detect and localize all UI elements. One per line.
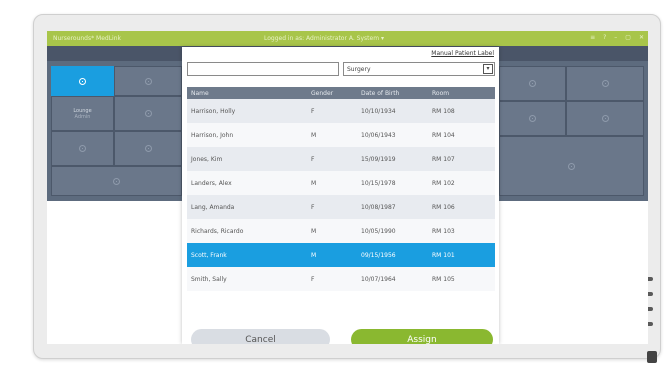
patient-dob: 10/15/1978	[361, 180, 396, 187]
tile[interactable]	[114, 96, 182, 131]
patient-gender: F	[311, 276, 315, 283]
patient-name: Scott, Frank	[191, 252, 227, 259]
app-screen: Nurserounds* MedLink Logged in as: Admin…	[47, 31, 648, 344]
column-name[interactable]: Name	[191, 90, 209, 97]
patient-name: Lang, Amanda	[191, 204, 235, 211]
manual-patient-label-link[interactable]: Manual Patient Label	[431, 50, 494, 57]
patient-room: RM 102	[432, 180, 455, 187]
patient-room: RM 104	[432, 132, 455, 139]
patient-room: RM 106	[432, 204, 455, 211]
table-row[interactable]: Landers, Alex M 10/15/1978 RM 102	[187, 171, 495, 195]
circle-icon	[144, 110, 152, 117]
patient-name: Jones, Kim	[191, 156, 223, 163]
circle-icon	[113, 177, 120, 185]
patient-select-dialog: Manual Patient Label Surgery ▾ Name Gend…	[182, 47, 499, 344]
circle-icon	[144, 145, 152, 152]
chevron-down-icon[interactable]: ▾	[483, 64, 493, 74]
column-dob[interactable]: Date of Birth	[361, 90, 399, 97]
circle-icon	[601, 80, 609, 87]
patient-name: Smith, Sally	[191, 276, 227, 283]
patient-gender: M	[311, 180, 317, 187]
patient-dob: 10/07/1964	[361, 276, 396, 283]
circle-icon	[79, 77, 86, 85]
table-row[interactable]: Harrison, Holly F 10/10/1934 RM 108	[187, 99, 495, 123]
lounge-tile[interactable]: Lounge Admin	[51, 96, 114, 131]
tile[interactable]	[566, 66, 644, 101]
table-row[interactable]: Scott, Frank M 09/15/1956 RM 101	[187, 243, 495, 267]
patient-gender: F	[311, 204, 315, 211]
patient-name: Landers, Alex	[191, 180, 232, 187]
patient-room: RM 101	[432, 252, 455, 259]
patient-search-input[interactable]	[187, 62, 339, 76]
minimize-icon[interactable]: –	[614, 34, 617, 41]
patient-dob: 15/09/1919	[361, 156, 396, 163]
tile[interactable]	[566, 101, 644, 136]
tile[interactable]	[51, 131, 114, 166]
app-name: Nurserounds* MedLink	[53, 35, 121, 42]
column-gender[interactable]: Gender	[311, 90, 333, 97]
help-icon[interactable]: ?	[603, 34, 606, 41]
patient-dob: 10/05/1990	[361, 228, 396, 235]
home-tile[interactable]	[51, 66, 114, 96]
unit-select[interactable]: Surgery ▾	[343, 62, 495, 76]
circle-icon	[529, 115, 536, 122]
tile-wide[interactable]	[51, 166, 182, 196]
patient-gender: F	[311, 156, 315, 163]
patient-gender: F	[311, 108, 315, 115]
table-row[interactable]: Smith, Sally F 10/07/1964 RM 105	[187, 267, 495, 291]
maximize-icon[interactable]: ▢	[625, 34, 631, 41]
patient-dob: 10/06/1943	[361, 132, 396, 139]
table-row[interactable]: Richards, Ricardo M 10/05/1990 RM 103	[187, 219, 495, 243]
assign-button[interactable]: Assign	[351, 329, 493, 344]
close-icon[interactable]: ✕	[639, 34, 644, 41]
patient-room: RM 108	[432, 108, 455, 115]
patient-dob: 10/10/1934	[361, 108, 396, 115]
tile-wide[interactable]	[499, 136, 644, 196]
tile[interactable]	[114, 131, 182, 166]
tile-sublabel: Admin	[74, 113, 91, 120]
bezel-port	[647, 351, 657, 363]
patient-gender: M	[311, 252, 317, 259]
circle-icon	[529, 80, 536, 87]
login-menu[interactable]: Logged in as: Administrator A. System ▾	[264, 35, 384, 42]
tile[interactable]	[499, 66, 566, 101]
patient-dob: 10/08/1987	[361, 204, 396, 211]
circle-icon	[79, 145, 86, 152]
cancel-button[interactable]: Cancel	[191, 329, 330, 344]
patient-room: RM 107	[432, 156, 455, 163]
patient-gender: M	[311, 132, 317, 139]
patient-room: RM 103	[432, 228, 455, 235]
table-header: Name Gender Date of Birth Room	[187, 87, 495, 99]
title-bar: Nurserounds* MedLink Logged in as: Admin…	[47, 31, 648, 46]
unit-select-value: Surgery	[347, 66, 371, 73]
circle-icon	[568, 162, 575, 170]
patient-gender: M	[311, 228, 317, 235]
tile[interactable]	[499, 101, 566, 136]
patient-name: Harrison, John	[191, 132, 234, 139]
table-row[interactable]: Lang, Amanda F 10/08/1987 RM 106	[187, 195, 495, 219]
patient-name: Richards, Ricardo	[191, 228, 244, 235]
patient-room: RM 105	[432, 276, 455, 283]
patient-dob: 09/15/1956	[361, 252, 396, 259]
circle-icon	[144, 77, 152, 85]
table-row[interactable]: Jones, Kim F 15/09/1919 RM 107	[187, 147, 495, 171]
tile[interactable]	[114, 66, 182, 96]
column-room[interactable]: Room	[432, 90, 449, 97]
patient-name: Harrison, Holly	[191, 108, 236, 115]
window-controls: ≡ ? – ▢ ✕	[590, 34, 644, 41]
table-row[interactable]: Harrison, John M 10/06/1943 RM 104	[187, 123, 495, 147]
menu-icon[interactable]: ≡	[590, 34, 595, 41]
circle-icon	[601, 115, 609, 122]
